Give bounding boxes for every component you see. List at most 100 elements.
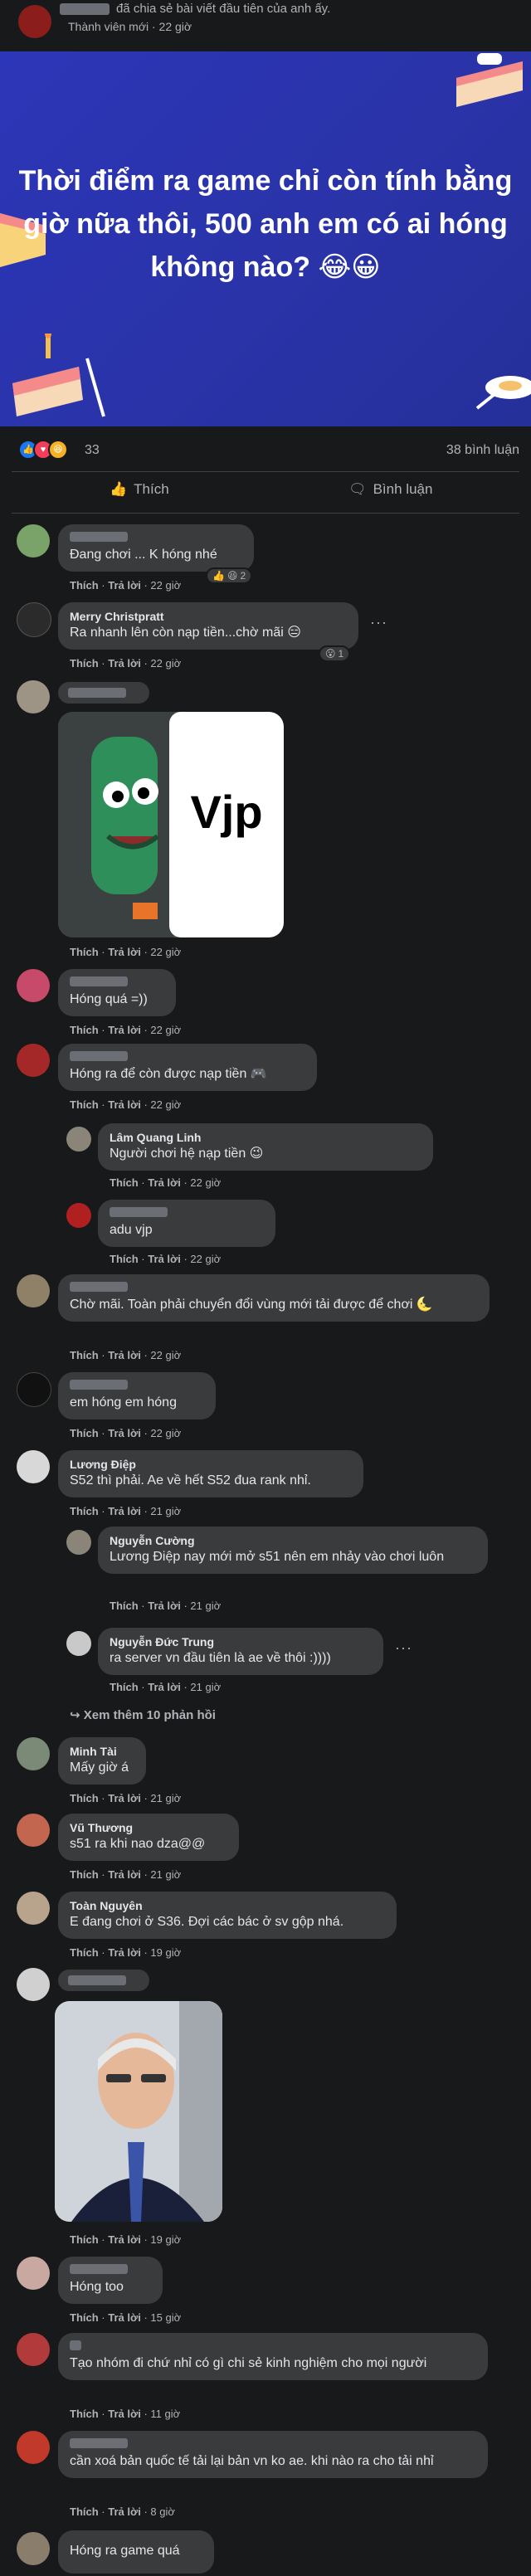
avatar[interactable]: [17, 1814, 50, 1847]
commenter-name[interactable]: Minh Tài: [70, 1744, 134, 1759]
like-link[interactable]: Thích: [70, 1792, 99, 1804]
avatar[interactable]: [17, 2532, 50, 2565]
like-link[interactable]: Thích: [70, 1868, 99, 1881]
reply-link[interactable]: Trả lời: [148, 1253, 181, 1265]
like-link[interactable]: Thích: [70, 1505, 99, 1517]
like-link[interactable]: Thích: [70, 1024, 99, 1036]
avatar[interactable]: [17, 1450, 50, 1483]
like-link[interactable]: Thích: [70, 2233, 99, 2246]
commenter-name-redacted[interactable]: [70, 2264, 128, 2274]
commenter-name[interactable]: Lương Điệp: [70, 1457, 352, 1472]
reply-link[interactable]: Trả lời: [108, 1505, 141, 1517]
reply-link[interactable]: Trả lời: [108, 1349, 141, 1361]
avatar[interactable]: [17, 1274, 50, 1307]
avatar[interactable]: [17, 2431, 50, 2464]
commenter-name-redacted[interactable]: [70, 976, 128, 986]
reply-link[interactable]: Trả lời: [108, 1792, 141, 1804]
like-link[interactable]: Thích: [70, 657, 99, 670]
comment-time: 21 giờ: [150, 1505, 182, 1517]
avatar[interactable]: [17, 1372, 51, 1407]
reply-link[interactable]: Trả lời: [148, 1681, 181, 1693]
avatar[interactable]: [17, 1044, 50, 1077]
avatar[interactable]: [66, 1631, 91, 1656]
reply-link[interactable]: Trả lời: [108, 946, 141, 958]
comment-text: Người chơi hệ nạp tiền 😉: [110, 1147, 264, 1161]
like-link[interactable]: Thích: [110, 1681, 139, 1693]
like-link[interactable]: Thích: [110, 1176, 139, 1189]
reply-link[interactable]: Trả lời: [108, 657, 141, 670]
reply-link[interactable]: Trả lời: [108, 2233, 141, 2246]
comment-button[interactable]: 🗨 Bình luận: [348, 481, 432, 498]
reply-link[interactable]: Trả lời: [108, 2408, 141, 2420]
reply-link[interactable]: Trả lời: [108, 1868, 141, 1881]
like-link[interactable]: Thích: [70, 579, 99, 592]
comment-count[interactable]: 38 bình luận: [446, 443, 519, 458]
commenter-name-redacted[interactable]: [70, 1282, 128, 1292]
avatar[interactable]: [66, 1127, 91, 1152]
like-link[interactable]: Thích: [70, 2408, 99, 2420]
commenter-name-redacted[interactable]: [70, 2438, 128, 2448]
avatar[interactable]: [17, 1892, 50, 1925]
comment-reactions[interactable]: 👍 😆 2: [206, 567, 253, 584]
commenter-name[interactable]: Vũ Thương: [70, 1820, 227, 1835]
reply-link[interactable]: Trả lời: [108, 1946, 141, 1959]
commenter-name-redacted[interactable]: [70, 1051, 128, 1061]
reply-link[interactable]: Trả lời: [108, 1427, 141, 1439]
commenter-name[interactable]: Nguyễn Cường: [110, 1533, 476, 1548]
avatar[interactable]: [17, 969, 50, 1002]
sticker-image[interactable]: Vjp: [58, 712, 284, 937]
reply-link[interactable]: Trả lời: [108, 2311, 141, 2324]
avatar[interactable]: [66, 1530, 91, 1555]
commenter-name-redacted[interactable]: [68, 1975, 126, 1985]
comment-meta: Thích · Trả lời · 22 giờ: [70, 1024, 182, 1036]
reaction-icons[interactable]: 👍 ♥ 😆: [18, 440, 68, 460]
like-button[interactable]: 👍 Thích: [110, 481, 169, 498]
reply-link[interactable]: Trả lời: [108, 1098, 141, 1111]
more-options-icon[interactable]: ···: [370, 614, 387, 631]
avatar[interactable]: [17, 680, 50, 713]
like-link[interactable]: Thích: [70, 946, 99, 958]
like-link[interactable]: Thích: [110, 1600, 139, 1612]
like-link[interactable]: Thích: [70, 1427, 99, 1439]
like-link[interactable]: Thích: [70, 2505, 99, 2518]
comment-meta: Thích · Trả lời · 21 giờ: [70, 1505, 182, 1517]
reply-link[interactable]: Trả lời: [108, 1024, 141, 1036]
commenter-name[interactable]: Lâm Quang Linh: [110, 1130, 421, 1145]
like-link[interactable]: Thích: [70, 2311, 99, 2324]
comment-time: 22 giờ: [190, 1176, 222, 1189]
reply-link[interactable]: Trả lời: [108, 579, 141, 592]
post-image-banner[interactable]: Thời điểm ra game chỉ còn tính bằng giờ …: [0, 51, 531, 426]
comment-time: 22 giờ: [150, 657, 182, 670]
more-options-icon[interactable]: ···: [395, 1639, 412, 1657]
commenter-name[interactable]: Nguyễn Đức Trung: [110, 1634, 372, 1649]
photo-image[interactable]: [55, 2001, 222, 2222]
like-link[interactable]: Thích: [70, 1098, 99, 1111]
avatar[interactable]: [17, 2257, 50, 2290]
comment-reactions[interactable]: 😮 1: [319, 645, 351, 662]
commenter-name-redacted[interactable]: [70, 532, 128, 542]
reply-link[interactable]: Trả lời: [108, 2505, 141, 2518]
comment-bubble: em hóng em hóng: [58, 1372, 216, 1419]
reaction-count[interactable]: 33: [85, 443, 100, 458]
avatar[interactable]: [17, 1968, 50, 2001]
like-link[interactable]: Thích: [70, 1946, 99, 1959]
commenter-name-redacted[interactable]: [68, 688, 126, 698]
commenter-name-redacted[interactable]: [110, 1207, 168, 1217]
like-link[interactable]: Thích: [110, 1253, 139, 1265]
reply-link[interactable]: Trả lời: [148, 1176, 181, 1189]
view-more-replies-link[interactable]: ↪ Xem thêm 10 phản hồi: [70, 1707, 216, 1722]
commenter-name[interactable]: Toàn Nguyên: [70, 1898, 385, 1913]
author-avatar[interactable]: [18, 5, 51, 38]
commenter-name-redacted[interactable]: [70, 2340, 81, 2350]
avatar[interactable]: [66, 1203, 91, 1228]
avatar[interactable]: [17, 602, 51, 637]
comment-bubble: Vũ Thương s51 ra khi nao dza@@: [58, 1814, 239, 1861]
avatar[interactable]: [17, 524, 50, 558]
commenter-name-redacted[interactable]: [70, 1380, 128, 1390]
like-link[interactable]: Thích: [70, 1349, 99, 1361]
comment-bubble: cần xoá bản quốc tế tải lại bản vn ko ae…: [58, 2431, 488, 2478]
commenter-name[interactable]: Merry Christpratt: [70, 609, 347, 624]
avatar[interactable]: [17, 1737, 50, 1770]
reply-link[interactable]: Trả lời: [148, 1600, 181, 1612]
avatar[interactable]: [17, 2333, 50, 2366]
